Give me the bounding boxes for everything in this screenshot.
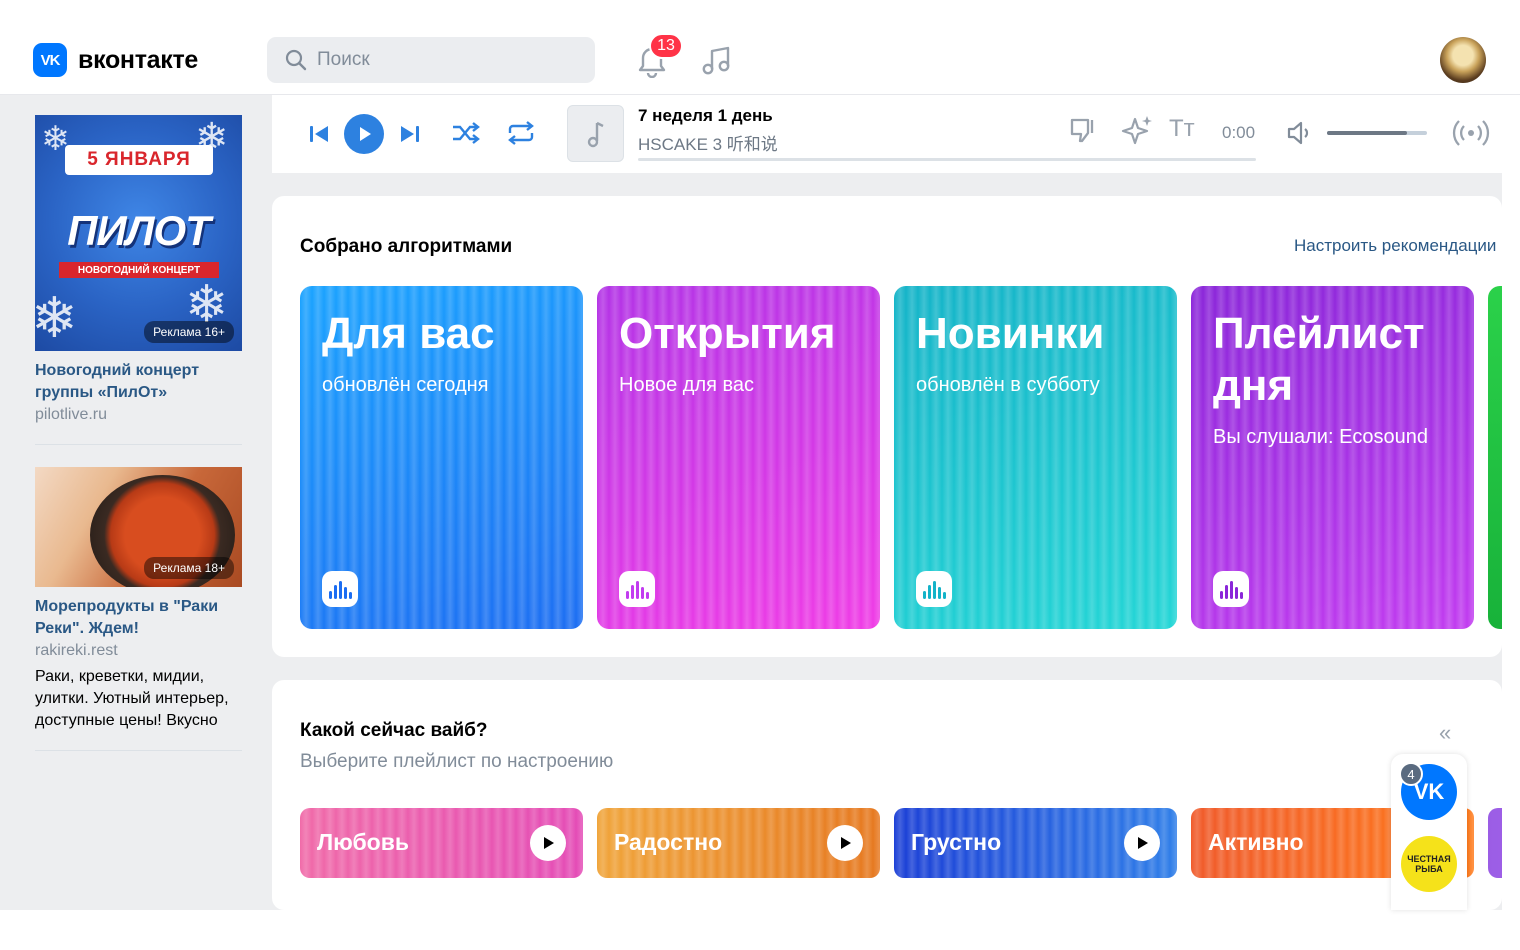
vk-music-logo-icon — [619, 571, 655, 607]
broadcast-icon[interactable] — [1452, 117, 1490, 149]
divider — [35, 444, 242, 445]
tile-subtitle: обновлён в субботу — [916, 374, 1100, 396]
ad-age-tag: Реклама 16+ — [144, 321, 234, 343]
mood-play-button[interactable] — [827, 825, 863, 861]
mood-play-button[interactable] — [530, 825, 566, 861]
mood-play-button[interactable] — [1124, 825, 1160, 861]
ad-title-link[interactable]: Морепродукты в "Раки Реки". Ждем! — [35, 596, 242, 640]
mood-card-joyful[interactable]: Радостно — [597, 808, 880, 878]
dislike-icon[interactable] — [1066, 115, 1098, 147]
tile-title: Открытия — [619, 309, 836, 358]
ad-date-banner: 5 ЯНВАРЯ — [65, 145, 213, 175]
mood-label: Любовь — [317, 829, 410, 855]
vk-music-logo-icon — [916, 571, 952, 607]
play-icon — [841, 837, 851, 849]
repeat-icon[interactable] — [505, 119, 537, 147]
user-avatar[interactable] — [1440, 37, 1486, 83]
next-track-icon[interactable] — [399, 123, 421, 145]
vk-logo-icon: VK — [33, 43, 67, 77]
shuffle-icon[interactable] — [450, 119, 482, 147]
tile-title: Для вас — [322, 309, 495, 358]
music-note-icon[interactable] — [700, 43, 734, 77]
play-icon — [1138, 837, 1148, 849]
section-title: Собрано алгоритмами — [300, 236, 513, 257]
vk-music-logo-icon — [1213, 571, 1249, 607]
vk-logo[interactable]: VK вконтакте — [33, 43, 198, 77]
play-icon — [544, 837, 554, 849]
playlist-tile-partial[interactable] — [1488, 286, 1502, 629]
previous-track-icon[interactable] — [308, 123, 330, 145]
ad-title-link[interactable]: Новогодний концерт группы «ПилОт» — [35, 360, 242, 404]
search-input[interactable] — [317, 49, 577, 71]
ad-brand-title: ПИЛОТ — [67, 207, 211, 254]
section-subtitle: Выберите плейлист по настроению — [300, 751, 614, 772]
volume-slider-fill — [1327, 131, 1407, 135]
ad-age-tag: Реклама 18+ — [144, 557, 234, 579]
volume-slider[interactable] — [1327, 131, 1427, 135]
floating-apps-widget: VK 4 ЧЕСТНАЯ РЫБА — [1391, 754, 1467, 910]
track-time: 0:00 — [1222, 123, 1256, 142]
tile-subtitle: обновлён сегодня — [322, 374, 489, 396]
vk-music-logo-icon — [322, 571, 358, 607]
chestnaya-ryba-app-button[interactable]: ЧЕСТНАЯ РЫБА — [1401, 836, 1457, 892]
mood-label: Активно — [1208, 829, 1304, 855]
mood-playlists: Любовь Радостно Грустно Активно — [300, 808, 1502, 878]
notifications-badge: 13 — [649, 33, 683, 59]
volume-icon[interactable] — [1286, 120, 1316, 146]
tile-title: Плейлист дня — [1213, 309, 1425, 410]
music-note-icon — [587, 121, 604, 147]
collapse-chevron-icon[interactable]: « — [1439, 720, 1451, 746]
tile-subtitle: Новое для вас — [619, 374, 755, 396]
section-title: Какой сейчас вайб? — [300, 720, 488, 741]
track-progress-bar[interactable] — [638, 158, 1256, 161]
snowflake-icon: ❄ — [35, 286, 78, 349]
play-button[interactable] — [344, 114, 384, 154]
mood-card-partial[interactable] — [1488, 808, 1502, 878]
ad-image-pilot[interactable]: ❄ ❄ ❄ ❄ 5 ЯНВАРЯ ПИЛОТ НОВОГОДНИЙ КОНЦЕР… — [35, 115, 242, 351]
top-header: VK вконтакте 13 — [0, 0, 1520, 95]
search-icon — [285, 49, 307, 71]
playlist-tile-for-you[interactable]: Для вас обновлён сегодня — [300, 286, 583, 629]
playlist-tile-new-releases[interactable]: Новинки обновлён в субботу — [894, 286, 1177, 629]
playlist-tile-playlist-of-day[interactable]: Плейлист дня Вы слушали: Ecosound — [1191, 286, 1474, 629]
playlist-tile-discoveries[interactable]: Открытия Новое для вас — [597, 286, 880, 629]
tile-title: Новинки — [916, 309, 1105, 358]
track-title[interactable]: 7 неделя 1 день — [638, 106, 773, 126]
play-icon — [360, 127, 371, 141]
recommendations-settings-link[interactable]: Настроить рекомендации — [1294, 236, 1502, 256]
unread-badge: 4 — [1399, 762, 1423, 786]
sparkle-icon[interactable] — [1121, 113, 1155, 147]
playlist-tiles: Для вас обновлён сегодня Открытия Новое … — [300, 286, 1502, 629]
track-artist[interactable]: HSCAKE 3 听和说 — [638, 130, 778, 155]
mood-card-sad[interactable]: Грустно — [894, 808, 1177, 878]
divider — [35, 750, 242, 751]
mood-card-love[interactable]: Любовь — [300, 808, 583, 878]
ad-brand-subtitle: НОВОГОДНИЙ КОНЦЕРТ — [59, 262, 219, 278]
ad-domain: pilotlive.ru — [35, 406, 108, 423]
lyrics-text-button[interactable]: Tт — [1169, 115, 1195, 143]
search-box[interactable] — [267, 37, 595, 83]
ad-description: Раки, креветки, мидии, улитки. Уютный ин… — [35, 668, 229, 729]
mood-label: Грустно — [911, 829, 1002, 855]
tile-subtitle: Вы слушали: Ecosound — [1213, 426, 1429, 448]
vk-logo-text: вконтакте — [78, 45, 199, 74]
ad-domain: rakireki.rest — [35, 642, 118, 659]
track-cover[interactable] — [567, 105, 624, 162]
sidebar-ads: ❄ ❄ ❄ ❄ 5 ЯНВАРЯ ПИЛОТ НОВОГОДНИЙ КОНЦЕР… — [35, 115, 242, 773]
ad-image-seafood[interactable]: Реклама 18+ — [35, 467, 242, 587]
mood-label: Радостно — [614, 829, 723, 855]
